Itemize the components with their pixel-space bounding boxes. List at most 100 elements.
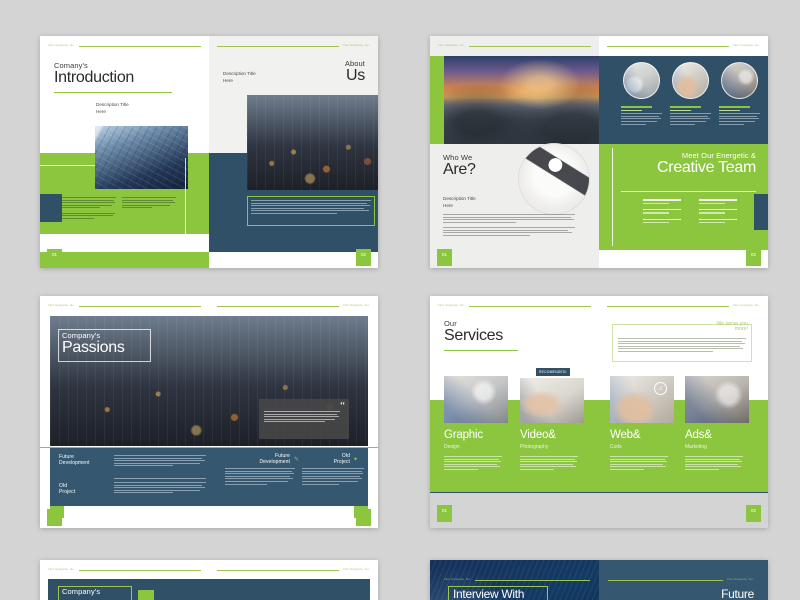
team-photo-1 [623, 62, 660, 99]
quote-mark-icon: “ [340, 400, 345, 412]
running-header: Your Company, Inc. [608, 577, 754, 584]
running-header-text: Your Company, Inc. [48, 304, 75, 308]
intro-band-rule [40, 165, 96, 166]
intro-body-col1 [62, 197, 116, 220]
running-header-text: Your Company, Inc. [48, 44, 75, 48]
about-photo-city [247, 95, 378, 190]
service-body-ads [685, 456, 743, 472]
team-member-1-name [621, 106, 653, 108]
running-header-text: Your Company, Inc. [48, 568, 75, 572]
service-body-video [520, 456, 578, 472]
team-navy-accent [754, 194, 768, 230]
passions-r-block1-title2: Development [259, 458, 290, 465]
passions-block2-body [114, 482, 206, 495]
running-header-rule [79, 570, 201, 571]
running-header: Your Company, Inc. [217, 303, 370, 310]
brochure-preview-canvas: Your Company, Inc. Comany's Introduction… [0, 0, 800, 600]
team-headline: Creative Team [657, 159, 756, 177]
running-header-text: Your Company, Inc. [733, 44, 760, 48]
passions-footer-left [50, 506, 64, 518]
spread-whoweare-team[interactable]: Your Company, Inc. Who We Are? Descripti… [430, 36, 768, 268]
sparkle-icon: ✦ [353, 457, 359, 463]
running-header-rule [217, 306, 339, 307]
whoweare-photo-coast [444, 56, 599, 144]
running-header-rule [607, 46, 729, 47]
page-number-left: 01 [437, 249, 452, 266]
passions-r-block2-title2: Project [333, 458, 350, 465]
page-number-left: 01 [47, 249, 62, 266]
interview-headline: Interview With [453, 587, 525, 600]
roster-item [698, 199, 745, 204]
passions-block2-title2: Project [59, 488, 76, 495]
intro-caption-line2: Here [96, 108, 106, 114]
passions-block1-body [114, 455, 206, 468]
about-caption-line2: Here [223, 77, 233, 83]
running-header-text: Your Company, Inc. [438, 44, 465, 48]
spread-interview-future[interactable]: Your Company, Inc. Your Company, Inc. Co… [40, 560, 378, 600]
service-subtitle-video: Photography [520, 444, 549, 450]
running-header: Your Company, Inc. [48, 43, 201, 50]
service-body-graphic [444, 456, 502, 472]
intro-caption-line1: Description Title [96, 102, 129, 107]
passions-r-block1-body [225, 468, 295, 486]
page-number-right: 02 [746, 505, 761, 522]
running-header: Your Company, Inc. [438, 43, 591, 50]
page-introduction: Your Company, Inc. Comany's Introduction… [40, 36, 209, 268]
running-header-rule [608, 580, 723, 581]
running-header-rule [469, 46, 591, 47]
service-subtitle-graphic: Design [444, 444, 460, 450]
service-body-web [610, 456, 668, 472]
passions-block1-title2: Development [59, 459, 90, 466]
about-body-copy [251, 200, 371, 216]
spread-services[interactable]: Your Company, Inc. 01 Your Company, Inc.… [430, 296, 768, 528]
passions-left-divider [114, 478, 206, 479]
page-creative-team: Your Company, Inc. Meet Our Energetic & … [599, 36, 768, 268]
intro-photo-tower [95, 126, 188, 189]
music-note-icon: ♫ [654, 382, 667, 395]
intro-rule [54, 92, 172, 94]
spread-introduction-about[interactable]: Your Company, Inc. Comany's Introduction… [40, 36, 378, 268]
passions-footer-right [354, 506, 368, 518]
service-subtitle-web: Cods [610, 444, 622, 450]
team-headline-rule [621, 191, 756, 192]
team-member-3 [719, 106, 760, 126]
intro-headline: Introduction [54, 69, 135, 87]
team-member-1-role [621, 110, 643, 112]
whoweare-caption-line1: Description Title [443, 196, 476, 201]
team-photo-2 [672, 62, 709, 99]
running-header-rule [79, 46, 201, 47]
running-header-text: Your Company, Inc. [343, 568, 370, 572]
team-member-2-name [670, 106, 702, 108]
intro-body-col2 [122, 197, 176, 210]
passions-quote-box: “ [259, 399, 349, 439]
running-header-rule [217, 46, 339, 47]
roster-item [643, 199, 689, 204]
intro-footer-band [40, 252, 209, 268]
service-title-web: Web& [610, 429, 641, 441]
whoweare-photo-coffee [518, 143, 590, 215]
team-member-3-name [719, 106, 751, 108]
running-header-rule [79, 306, 201, 307]
service-title-ads: Ads& [685, 429, 712, 441]
service-title-graphic: Graphic [444, 429, 483, 441]
intro-navy-accent [40, 194, 62, 222]
page-who-we-are: Your Company, Inc. Who We Are? Descripti… [430, 36, 599, 268]
running-header-text: Your Company, Inc. [343, 44, 370, 48]
whoweare-green-bar [430, 56, 444, 144]
running-header: Your Company, Inc. [48, 567, 201, 574]
spread-passions[interactable]: Your Company, Inc. 01 Your Company, Inc.… [40, 296, 378, 528]
interview-green-tab [138, 590, 154, 600]
passions-headline: Passions [62, 339, 125, 357]
roster-item [643, 208, 689, 214]
running-header-rule [475, 580, 590, 581]
whoweare-headline: Are? [443, 161, 476, 179]
service-photo-ads [685, 376, 749, 423]
page-about-us: Your Company, Inc. About Us Description … [209, 36, 378, 268]
running-header-rule [217, 570, 339, 571]
spread-future-right[interactable]: Your Company, Inc. Your Company, Inc. In… [430, 560, 768, 600]
running-header-text: Your Company, Inc. [727, 578, 754, 582]
team-photo-3 [721, 62, 758, 99]
team-member-3-role [719, 110, 741, 112]
passions-band-green-line [40, 447, 378, 448]
interview-eyebrow: Company's [62, 587, 101, 596]
